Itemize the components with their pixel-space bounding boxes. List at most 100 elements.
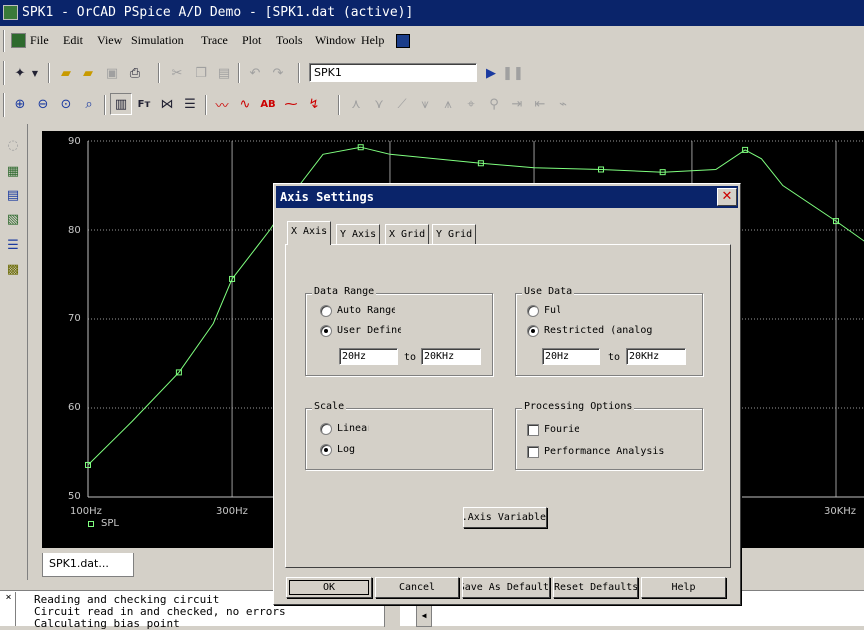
save-as-default-button[interactable]: Save As Default: [462, 577, 550, 598]
copy-icon[interactable]: ❐: [190, 62, 212, 84]
pause-icon[interactable]: ❚❚: [502, 62, 524, 84]
toggle-cursor-icon[interactable]: ↯: [303, 93, 325, 115]
app-icon[interactable]: [3, 5, 18, 20]
print-icon[interactable]: ⎙: [124, 62, 146, 84]
fourier-checkbox[interactable]: [527, 424, 539, 436]
paste-icon[interactable]: ▤: [213, 62, 235, 84]
cursor-peak-icon[interactable]: ⋏: [345, 93, 367, 115]
scale-group: Scale Linear Log: [305, 401, 493, 470]
zoom-area-icon[interactable]: ⊙: [55, 93, 77, 115]
legend-label: SPL: [101, 518, 119, 529]
use-data-to-label: to: [608, 352, 621, 363]
performance-analysis-checkbox[interactable]: [527, 446, 539, 458]
y-tick-label: 60: [68, 402, 81, 413]
document-icon[interactable]: [11, 33, 26, 48]
cut-icon[interactable]: ✂: [166, 62, 188, 84]
reset-defaults-button[interactable]: Reset Defaults: [553, 577, 638, 598]
restricted-radio[interactable]: [527, 325, 539, 337]
data-range-to-label: to: [404, 352, 417, 363]
cursor-trough-icon[interactable]: ⋎: [368, 93, 390, 115]
menu-tools[interactable]: Tools: [276, 33, 303, 48]
simulation-profile-combo[interactable]: SPK1: [309, 63, 477, 82]
tab-x-grid[interactable]: X Grid: [385, 224, 430, 244]
eval-goal-function-icon[interactable]: ∿: [234, 93, 256, 115]
document-tab-label: SPK1.dat...: [49, 557, 109, 570]
log-y-axis-icon[interactable]: ☰: [179, 93, 201, 115]
restricted-label: Restricted (analog): [544, 325, 654, 336]
new-dropdown-icon[interactable]: ▼: [28, 62, 42, 84]
menu-plot[interactable]: Plot: [242, 33, 261, 48]
toolbar-separator: [104, 95, 106, 115]
tab-x-axis[interactable]: X Axis: [287, 221, 332, 245]
cursor-point-icon[interactable]: ⌖: [460, 93, 482, 115]
log-label: Log: [337, 444, 356, 455]
watch-panel-icon[interactable]: ▩: [2, 258, 24, 280]
zoom-out-icon[interactable]: ⊖: [32, 93, 54, 115]
pin-icon[interactable]: ◌: [2, 134, 24, 156]
help-button[interactable]: Help: [641, 577, 726, 598]
axis-variable-button[interactable]: Axis Variable...: [463, 507, 547, 528]
tab-y-axis[interactable]: Y Axis: [336, 224, 381, 244]
x-tick-label: 100Hz: [70, 506, 102, 517]
add-text-label-icon[interactable]: AB: [257, 93, 279, 115]
whats-this-help-icon[interactable]: [396, 34, 410, 48]
performance-analysis-icon[interactable]: ⋈: [156, 93, 178, 115]
undo-icon[interactable]: ↶: [244, 62, 266, 84]
label-point-icon[interactable]: ⌁: [552, 93, 574, 115]
open-folder-icon[interactable]: ▰: [55, 62, 77, 84]
user-defined-radio[interactable]: [320, 325, 332, 337]
fft-icon[interactable]: Fᴛ: [133, 93, 155, 115]
output-line: Calculating bias point: [34, 617, 180, 630]
zoom-fit-icon[interactable]: ⌕: [78, 93, 100, 115]
run-icon[interactable]: ▶: [480, 62, 502, 84]
cursor-search-icon[interactable]: ⚲: [483, 93, 505, 115]
log-radio[interactable]: [320, 444, 332, 456]
menu-help[interactable]: Help: [361, 33, 384, 48]
next-transition-icon[interactable]: ⇥: [506, 93, 528, 115]
data-range-title: Data Range: [312, 286, 377, 297]
close-icon[interactable]: ✕: [717, 188, 737, 206]
cursor-min-icon[interactable]: ⩛: [414, 93, 436, 115]
linear-radio[interactable]: [320, 423, 332, 435]
menu-window[interactable]: Window: [315, 33, 356, 48]
save-icon[interactable]: ▣: [101, 62, 123, 84]
cancel-button[interactable]: Cancel: [375, 577, 459, 598]
document-tab[interactable]: SPK1.dat...: [42, 553, 134, 577]
log-x-axis-icon[interactable]: ▥: [110, 93, 132, 115]
data-range-to-input[interactable]: 20KHz: [421, 348, 481, 365]
redo-icon[interactable]: ↷: [267, 62, 289, 84]
menu-simulation[interactable]: Simulation: [131, 33, 184, 48]
tab-y-grid[interactable]: Y Grid: [432, 224, 477, 244]
cursor-max-icon[interactable]: ⩚: [437, 93, 459, 115]
ok-button[interactable]: OK: [286, 577, 372, 598]
toolbar-separator: [48, 63, 50, 83]
menu-trace[interactable]: Trace: [201, 33, 228, 48]
legend-marker: [88, 521, 94, 527]
y-tick-label: 90: [68, 136, 81, 147]
use-data-from-input[interactable]: 20Hz: [542, 348, 600, 365]
analog-panel-icon[interactable]: ▦: [2, 160, 24, 182]
data-range-group: Data Range Auto Range User Defined 20Hz …: [305, 286, 493, 376]
digital-panel-icon[interactable]: ▤: [2, 184, 24, 206]
use-data-to-input[interactable]: 20KHz: [626, 348, 686, 365]
zoom-in-icon[interactable]: ⊕: [9, 93, 31, 115]
output-scroll-left-icon[interactable]: ◀: [416, 605, 432, 627]
measurement-panel-icon[interactable]: ▧: [2, 208, 24, 230]
auto-range-radio[interactable]: [320, 305, 332, 317]
menu-view[interactable]: View: [97, 33, 122, 48]
processing-options-title: Processing Options: [522, 401, 635, 412]
cursor-slope-icon[interactable]: ⟋: [391, 93, 413, 115]
menu-file[interactable]: File: [30, 33, 49, 48]
axis-settings-dialog: Axis Settings ✕ X Axis Y Axis X Grid Y G…: [273, 183, 741, 605]
add-trace-icon[interactable]: 〰: [211, 93, 233, 115]
data-range-from-input[interactable]: 20Hz: [339, 348, 398, 365]
output-close-icon[interactable]: ×: [2, 592, 16, 626]
menu-edit[interactable]: Edit: [63, 33, 83, 48]
toolbar-separator: [238, 63, 240, 83]
full-radio[interactable]: [527, 305, 539, 317]
mark-data-points-icon[interactable]: ⁓: [280, 93, 302, 115]
simulation-queue-icon[interactable]: ☰: [2, 234, 24, 256]
previous-transition-icon[interactable]: ⇤: [529, 93, 551, 115]
x-tick-label: 300Hz: [216, 506, 248, 517]
open-file-icon[interactable]: ▰: [77, 62, 99, 84]
